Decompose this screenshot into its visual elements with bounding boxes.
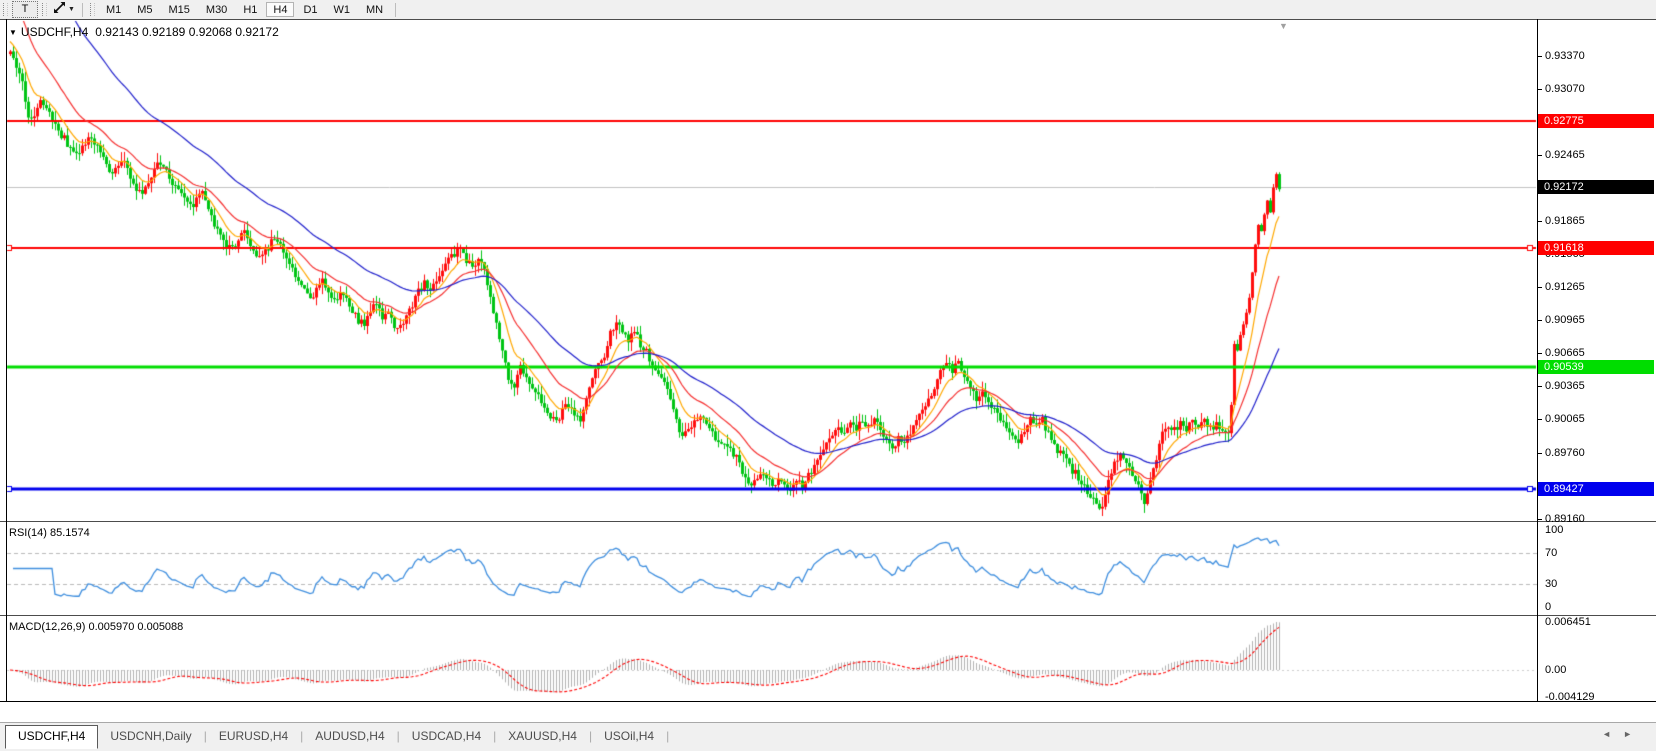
macd-label: MACD(12,26,9) 0.005970 0.005088 [9,621,183,633]
timeframe-button-d1[interactable]: D1 [296,2,324,17]
mt4-chart-window: T ▼ M1 M5 M15 M30 H1 H4 D1 W1 MN ▼ USDCHF… [0,0,1656,751]
macd-canvas[interactable] [0,618,1537,701]
symbol-header: ▼ USDCHF,H4 0.92143 0.92189 0.92068 0.9217… [9,25,279,39]
toolbar-separator [395,3,396,17]
macd-pane: MACD(12,26,9) 0.005970 0.005088 [0,618,1656,701]
timeframe-button-m30[interactable]: M30 [199,2,234,17]
tab-scroll-left-icon: ◄ [1602,729,1623,739]
timeframe-button-m15[interactable]: M15 [162,2,197,17]
tab-audusd-h4[interactable]: AUDUSD,H4 [303,725,396,748]
main-chart-pane: ▼ USDCHF,H4 0.92143 0.92189 0.92068 0.9217… [0,20,1656,521]
crosshair-tool-button[interactable]: ▼ [51,2,77,17]
timeframe-button-h4[interactable]: H4 [266,2,294,17]
rsi-pane: RSI(14) 85.1574 [0,524,1656,615]
toolbar-grip [42,3,47,16]
symbol-tab-bar: USDCHF,H4 USDCNH,Daily| EURUSD,H4| AUDUS… [0,722,1656,751]
timeframe-button-m5[interactable]: M5 [130,2,159,17]
time-axis[interactable] [0,702,1656,722]
chart-toolbar: T ▼ M1 M5 M15 M30 H1 H4 D1 W1 MN [0,0,1656,20]
main-chart-canvas[interactable] [0,20,1537,521]
timeframe-button-m1[interactable]: M1 [99,2,128,17]
tab-separator: | [666,729,669,743]
price-axis-border [1537,19,1538,702]
toolbar-grip [90,3,95,16]
tab-usdcnh-daily[interactable]: USDCNH,Daily [98,725,203,748]
timeframe-button-mn[interactable]: MN [359,2,390,17]
tab-usdchf-h4[interactable]: USDCHF,H4 [5,725,98,749]
toolbar-separator [82,3,83,17]
chart-area: ▼ USDCHF,H4 0.92143 0.92189 0.92068 0.9217… [0,19,1656,722]
tab-eurusd-h4[interactable]: EURUSD,H4 [207,725,300,748]
cursor-arrows-icon [53,1,66,19]
ohlc-readout: 0.92143 0.92189 0.92068 0.92172 [95,25,279,39]
rsi-label: RSI(14) 85.1574 [9,527,90,539]
chart-left-border [6,19,7,702]
tab-xauusd-h4[interactable]: XAUUSD,H4 [496,725,589,748]
tab-scroll-arrows[interactable]: ◄► [1602,729,1644,739]
timeframe-button-h1[interactable]: H1 [236,2,264,17]
chart-shift-marker-icon[interactable]: ▼ [1279,21,1288,31]
tab-usdcad-h4[interactable]: USDCAD,H4 [400,725,493,748]
tab-usoil-h4[interactable]: USOil,H4 [592,725,666,748]
chevron-down-icon: ▼ [68,6,75,13]
toolbar-grip [3,3,8,16]
timeframe-button-w1[interactable]: W1 [327,2,358,17]
rsi-canvas[interactable] [0,524,1537,615]
text-tool-button[interactable]: T [12,1,38,18]
chart-menu-arrow-icon[interactable]: ▼ [9,28,17,37]
symbol-label: USDCHF,H4 [21,25,88,39]
tab-scroll-right-icon: ► [1623,729,1644,739]
